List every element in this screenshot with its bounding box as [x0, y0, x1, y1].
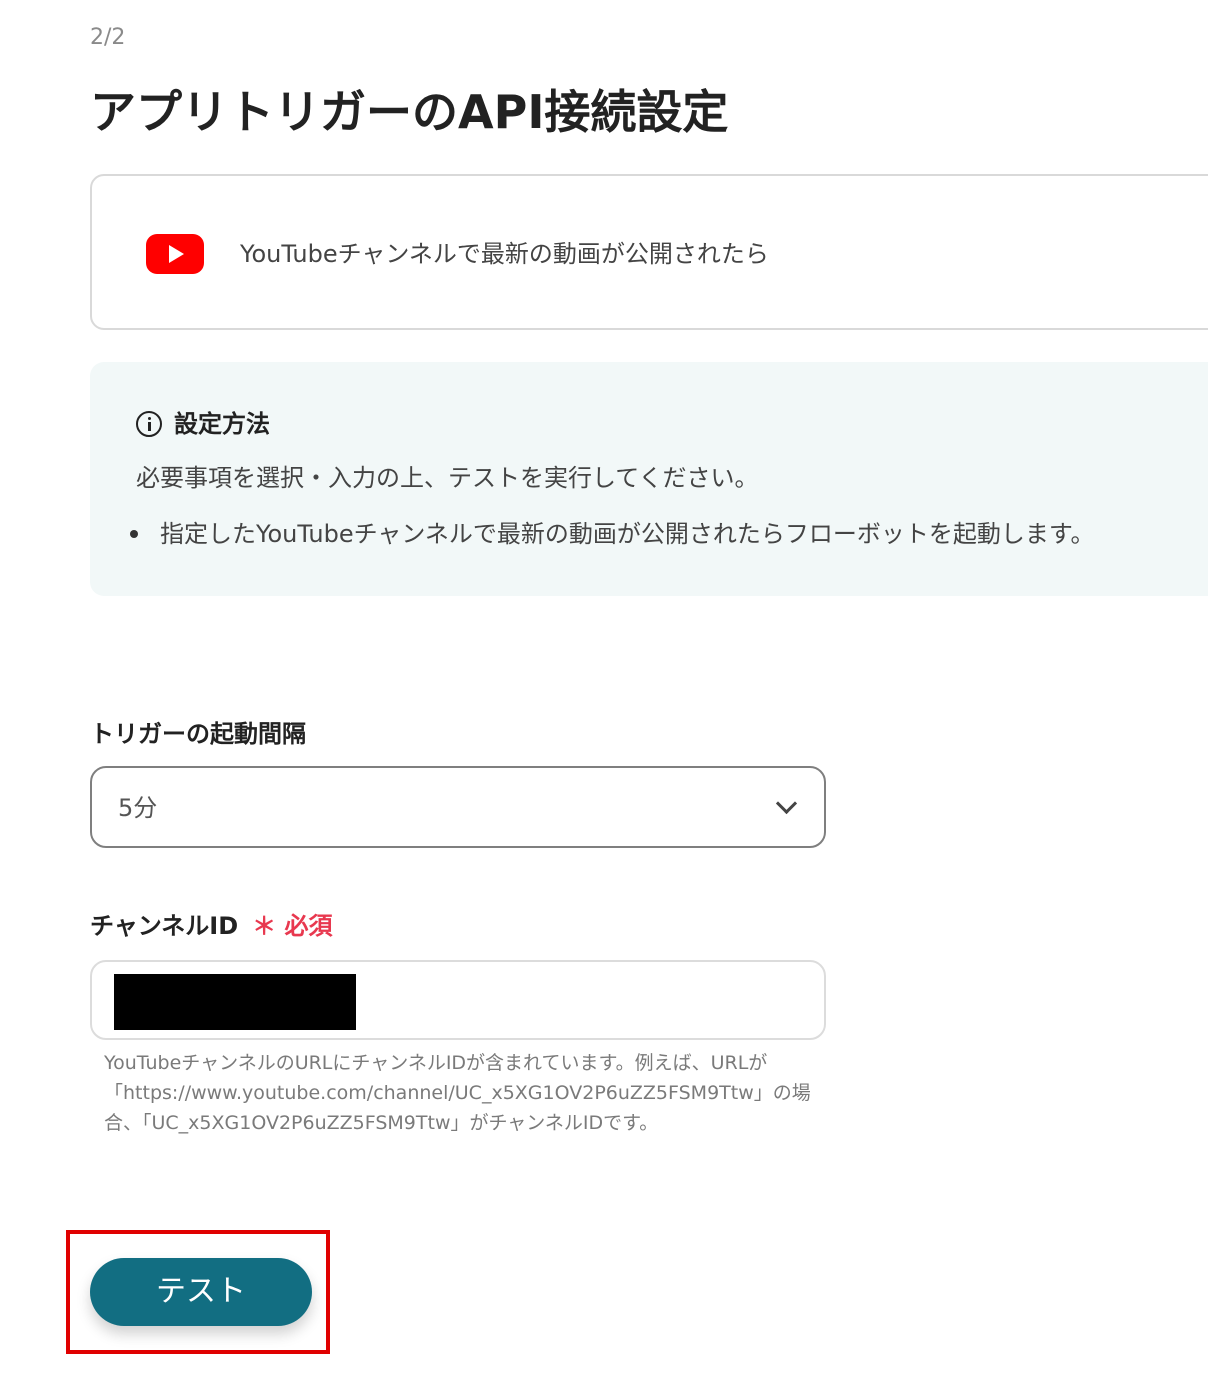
info-description: 必要事項を選択・入力の上、テストを実行してください。 [136, 464, 759, 492]
interval-select[interactable]: 5分 [90, 766, 826, 848]
channel-id-input[interactable] [90, 960, 826, 1040]
test-button[interactable]: テスト [90, 1258, 312, 1326]
interval-label: トリガーの起動間隔 [90, 720, 306, 748]
info-icon [136, 411, 162, 437]
youtube-logo-icon [146, 234, 204, 274]
page-title: アプリトリガーのAPI接続設定 [90, 85, 729, 139]
app-trigger-card: YouTubeチャンネルで最新の動画が公開されたら [90, 174, 1208, 330]
app-trigger-text: YouTubeチャンネルで最新の動画が公開されたら [240, 240, 769, 268]
step-indicator: 2/2 [90, 25, 126, 50]
channel-id-label: チャンネルID ＊ 必須 [90, 910, 333, 942]
bullet-dot [130, 530, 138, 538]
info-title-row: 設定方法 [136, 408, 270, 440]
info-bullet-item: 指定したYouTubeチャンネルで最新の動画が公開されたらフローボットを起動しま… [130, 518, 1094, 550]
info-box: 設定方法 必要事項を選択・入力の上、テストを実行してください。 指定したYouT… [90, 362, 1208, 596]
redacted-value [114, 974, 356, 1030]
chevron-down-icon [775, 792, 798, 815]
info-bullet-text: 指定したYouTubeチャンネルで最新の動画が公開されたらフローボットを起動しま… [160, 520, 1095, 548]
info-title: 設定方法 [174, 410, 270, 438]
required-badge: ＊ 必須 [252, 912, 333, 940]
channel-id-help-text: YouTubeチャンネルのURLにチャンネルIDが含まれています。例えば、URL… [104, 1052, 811, 1134]
interval-select-value: 5分 [118, 794, 158, 822]
channel-id-label-text: チャンネルID [90, 912, 239, 940]
